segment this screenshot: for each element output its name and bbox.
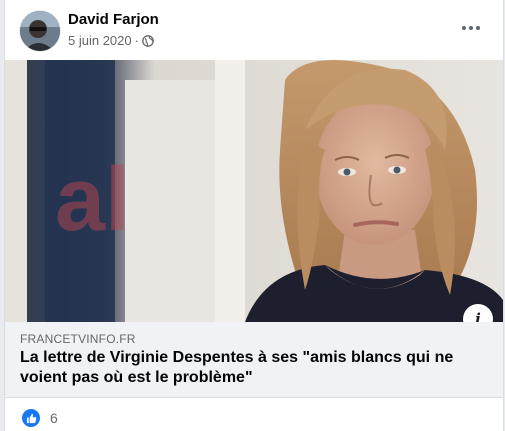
link-title[interactable]: La lettre de Virginie Despentes à ses "a… (20, 348, 460, 388)
link-domain: FRANCETVINFO.FR (20, 332, 136, 346)
post-card: David Farjon 5 juin 2020 · al i FRANCETV… (4, 0, 504, 431)
like-icon (22, 409, 40, 427)
link-preview-box[interactable]: FRANCETVINFO.FR La lettre de Virginie De… (5, 322, 503, 398)
more-options-icon[interactable] (459, 20, 483, 36)
globe-icon (142, 34, 154, 47)
post-date[interactable]: 5 juin 2020 (68, 33, 132, 48)
reactions-summary[interactable]: 6 (22, 409, 58, 427)
post-meta: 5 juin 2020 · (68, 33, 154, 48)
author-name[interactable]: David Farjon (68, 11, 159, 28)
reaction-count: 6 (50, 410, 58, 426)
avatar[interactable] (20, 11, 60, 51)
meta-separator: · (134, 33, 139, 48)
link-preview-image[interactable]: al i (5, 60, 503, 322)
post-header: David Farjon 5 juin 2020 · (5, 0, 503, 60)
svg-text:al: al (55, 150, 130, 250)
